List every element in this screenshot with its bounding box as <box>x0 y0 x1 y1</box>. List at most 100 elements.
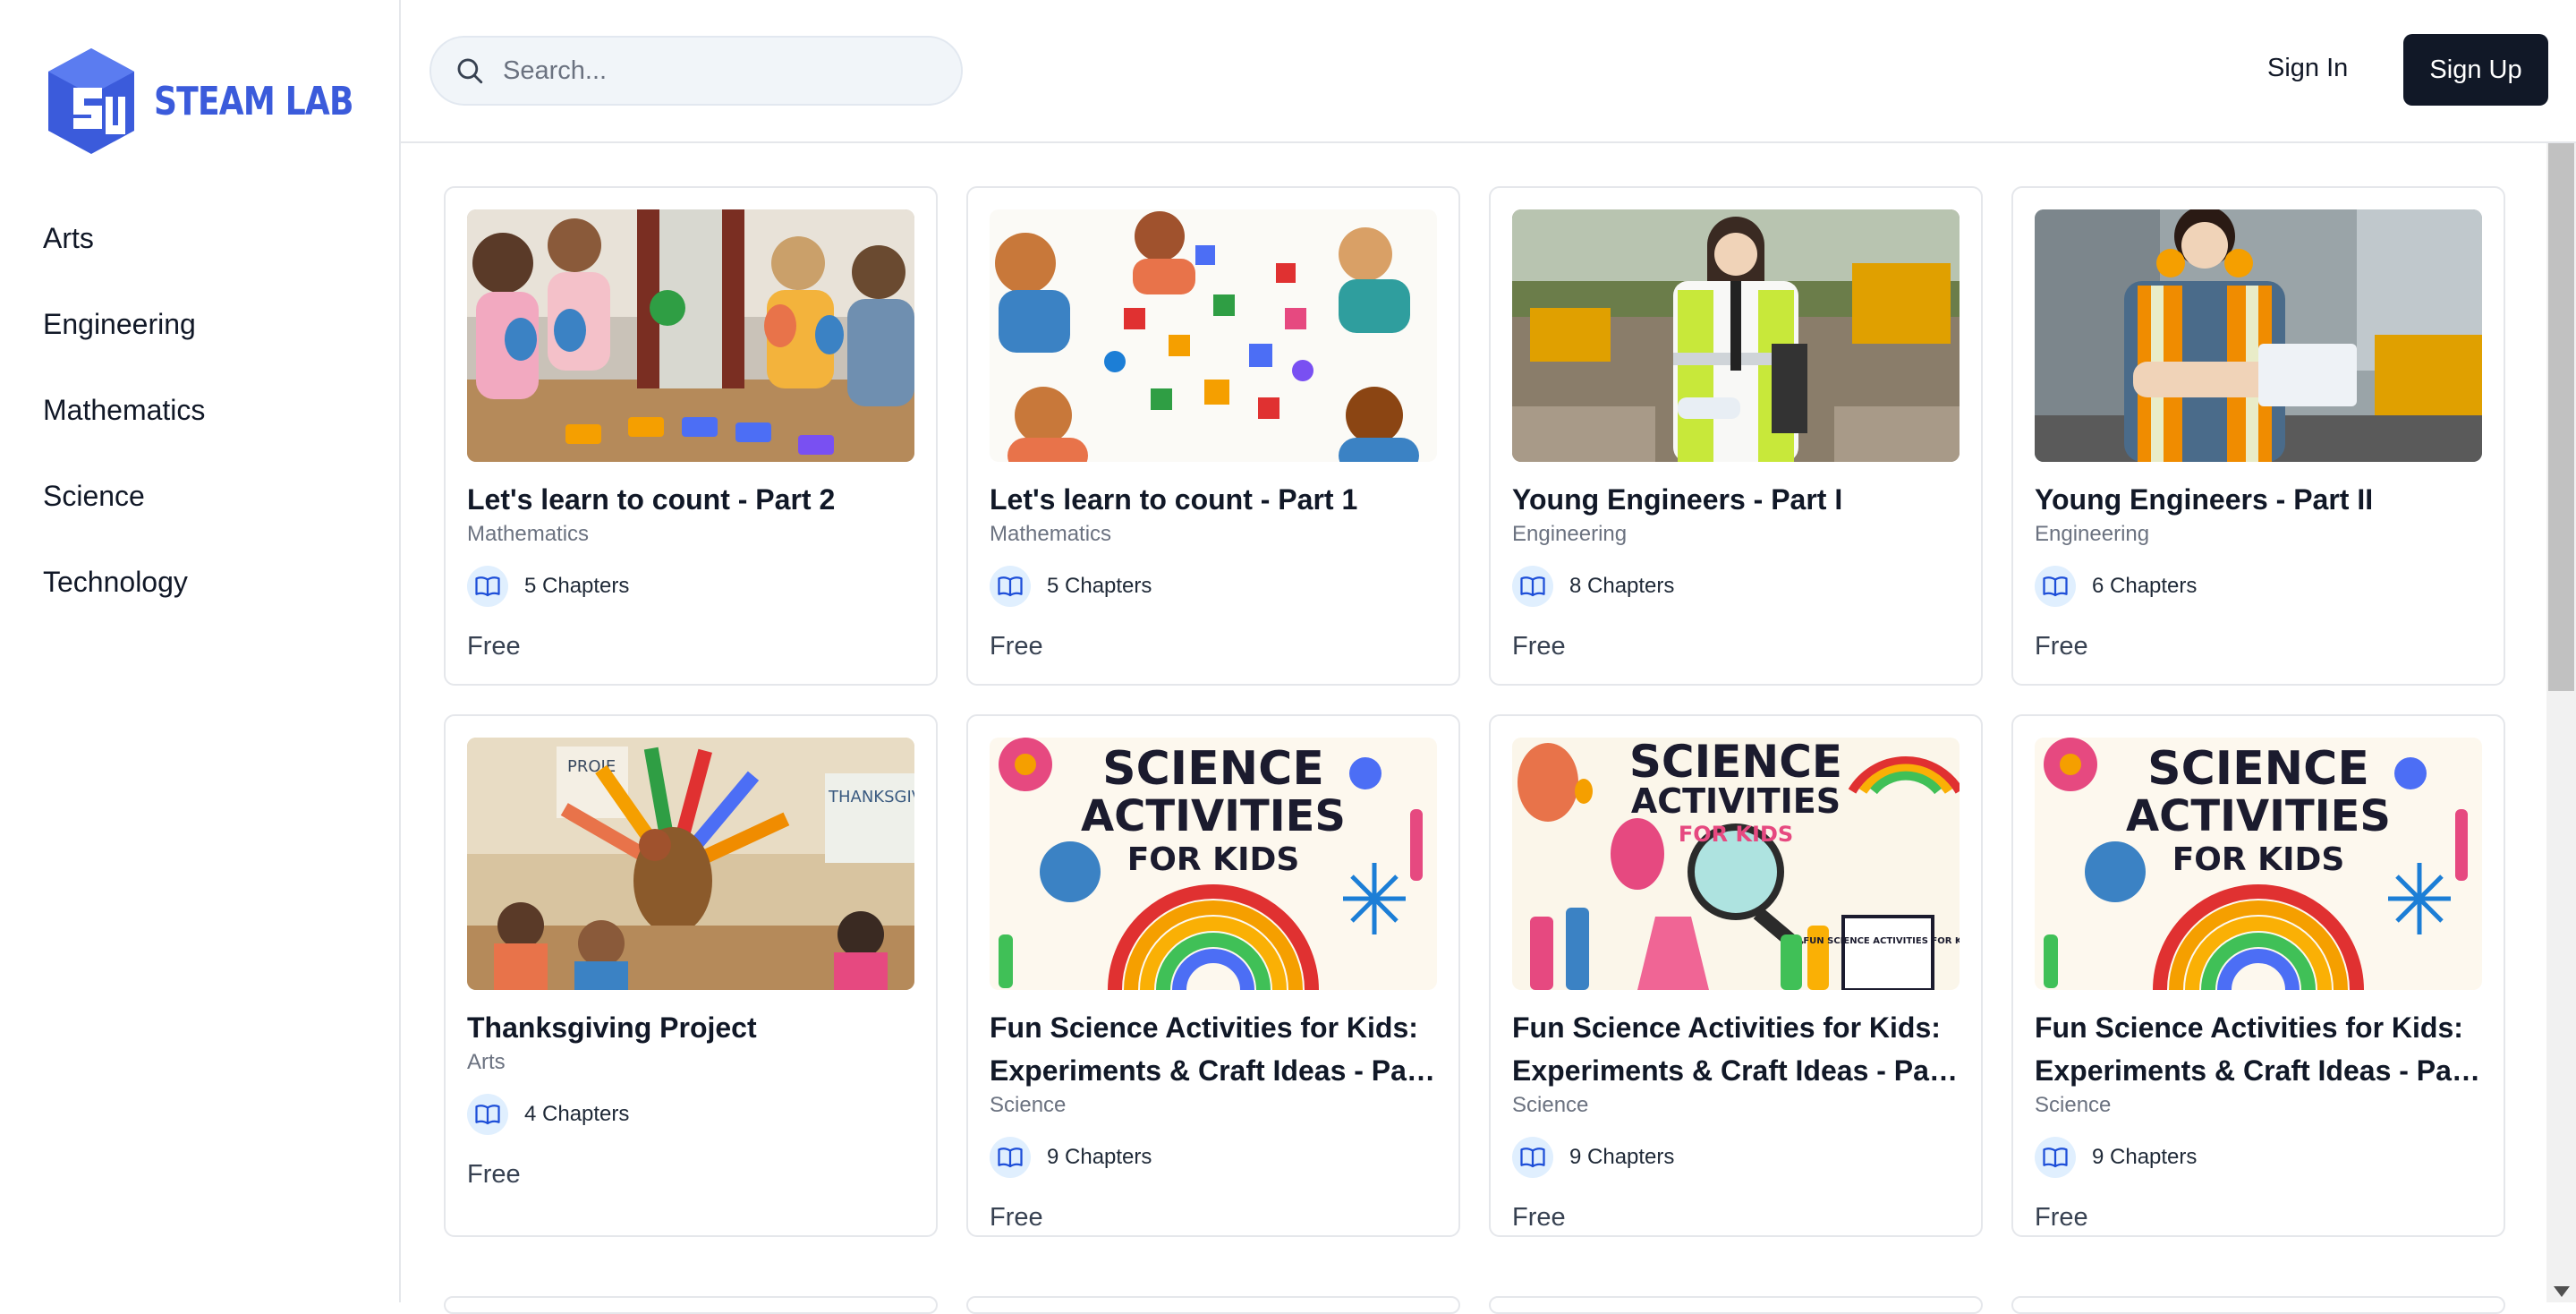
course-thumbnail <box>467 209 914 462</box>
course-thumbnail: SCIENCE ACTIVITIES FOR KIDS <box>990 738 1437 990</box>
search-input[interactable] <box>501 55 934 87</box>
chapter-count: 5 Chapters <box>467 566 914 607</box>
page-scrollbar[interactable] <box>2546 143 2576 1302</box>
search-icon <box>457 58 483 84</box>
sidebar-item-technology[interactable]: Technology <box>43 557 205 643</box>
chapter-count: 9 Chapters <box>1512 1137 1960 1178</box>
course-category: Science <box>1512 1093 1589 1117</box>
course-card[interactable]: SCIENCE ACTIVITIES FOR KIDS Fun Science … <box>2011 714 2505 1237</box>
course-card[interactable]: Let's learn to count - Part 2 Mathematic… <box>444 186 938 686</box>
sidebar-item-arts[interactable]: Arts <box>43 213 205 299</box>
chapter-count: 6 Chapters <box>2035 566 2482 607</box>
book-icon <box>990 1137 1031 1178</box>
course-price: Free <box>990 1203 1043 1232</box>
course-category: Science <box>990 1093 1067 1117</box>
course-thumbnail: SCIENCE ACTIVITIES FOR KIDS <box>2035 738 2482 990</box>
chapter-count: 8 Chapters <box>1512 566 1960 607</box>
chapter-count: 4 Chapters <box>467 1094 914 1135</box>
course-price: Free <box>467 1160 521 1189</box>
sign-in-button[interactable]: Sign In <box>2267 54 2348 83</box>
poster-line-2: ACTIVITIES <box>2126 791 2391 841</box>
course-thumbnail <box>990 209 1437 462</box>
course-card-peek[interactable] <box>966 1296 1460 1314</box>
course-title[interactable]: Fun Science Activities for Kids: Experim… <box>2035 1006 2482 1092</box>
course-title[interactable]: Young Engineers - Part II <box>2035 478 2482 521</box>
course-title[interactable]: Young Engineers - Part I <box>1512 478 1960 521</box>
brand-logo[interactable]: STEAM LAB <box>47 47 397 156</box>
course-thumbnail <box>1512 209 1960 462</box>
search-box[interactable] <box>429 36 963 106</box>
course-price: Free <box>467 632 521 661</box>
chapter-count: 9 Chapters <box>2035 1137 2482 1178</box>
course-category: Mathematics <box>467 522 590 546</box>
course-title[interactable]: Let's learn to count - Part 1 <box>990 478 1437 521</box>
engineer-safety-vest-image <box>2035 209 2482 462</box>
chapter-count: 9 Chapters <box>990 1137 1437 1178</box>
course-grid: Let's learn to count - Part 2 Mathematic… <box>444 186 2505 1237</box>
course-thumbnail: FUN SCIENCE ACTIVITIES FOR KID SCIENCE A… <box>1512 738 1960 990</box>
course-card[interactable]: PROJE THANKSGIVI Thanksgi <box>444 714 938 1237</box>
course-card[interactable]: SCIENCE ACTIVITIES FOR KIDS Fun Science … <box>966 714 1460 1237</box>
course-thumbnail <box>2035 209 2482 462</box>
course-card-peek[interactable] <box>1489 1296 1983 1314</box>
chapter-count-label: 8 Chapters <box>1569 574 1675 598</box>
book-icon <box>1512 566 1553 607</box>
course-category: Science <box>2035 1093 2112 1117</box>
poster-line-2: ACTIVITIES <box>1631 781 1841 821</box>
chapter-count-label: 9 Chapters <box>2092 1145 2198 1169</box>
steam-lab-logo-icon <box>48 48 134 154</box>
brand-name: STEAM LAB <box>154 78 353 124</box>
scrollbar-thumb[interactable] <box>2548 143 2574 691</box>
thanksgiving-sign-text: THANKSGIVI <box>828 788 914 806</box>
course-category: Arts <box>467 1050 506 1074</box>
course-card-peek[interactable] <box>2011 1296 2505 1314</box>
course-card[interactable]: Let's learn to count - Part 1 Mathematic… <box>966 186 1460 686</box>
course-price: Free <box>2035 632 2088 661</box>
poster-small-sign: FUN SCIENCE ACTIVITIES FOR KID <box>1803 936 1960 946</box>
science-activities-poster-image: SCIENCE ACTIVITIES FOR KIDS <box>990 738 1437 990</box>
poster-line-2: ACTIVITIES <box>1081 791 1346 841</box>
course-title[interactable]: Thanksgiving Project <box>467 1006 914 1049</box>
course-card[interactable]: FUN SCIENCE ACTIVITIES FOR KID SCIENCE A… <box>1489 714 1983 1237</box>
chapter-count-label: 5 Chapters <box>524 574 630 598</box>
course-category: Mathematics <box>990 522 1112 546</box>
sidebar-item-science[interactable]: Science <box>43 471 205 557</box>
book-icon <box>2035 566 2076 607</box>
book-icon <box>467 1094 508 1135</box>
course-thumbnail: PROJE THANKSGIVI <box>467 738 914 990</box>
poster-line-3: FOR KIDS <box>1679 822 1793 847</box>
course-card-peek[interactable] <box>444 1296 938 1314</box>
chapter-count-label: 6 Chapters <box>2092 574 2198 598</box>
category-nav: Arts Engineering Mathematics Science Tec… <box>43 213 205 643</box>
book-icon <box>2035 1137 2076 1178</box>
science-activities-poster-image: SCIENCE ACTIVITIES FOR KIDS <box>2035 738 2482 990</box>
course-price: Free <box>2035 1203 2088 1232</box>
poster-line-1: SCIENCE <box>2147 742 2369 796</box>
course-card[interactable]: Young Engineers - Part II Engineering 6 … <box>2011 186 2505 686</box>
children-playing-blocks-image <box>990 209 1437 462</box>
sidebar: STEAM LAB Arts Engineering Mathematics S… <box>0 0 401 1302</box>
book-icon <box>1512 1137 1553 1178</box>
course-title[interactable]: Let's learn to count - Part 2 <box>467 478 914 521</box>
sign-up-button[interactable]: Sign Up <box>2403 34 2548 106</box>
course-category: Engineering <box>1512 522 1628 546</box>
top-header <box>401 0 2576 143</box>
thanksgiving-turkey-classroom-image: PROJE THANKSGIVI <box>467 738 914 990</box>
course-title[interactable]: Fun Science Activities for Kids: Experim… <box>1512 1006 1960 1092</box>
course-price: Free <box>990 632 1043 661</box>
book-icon <box>467 566 508 607</box>
course-title[interactable]: Fun Science Activities for Kids: Experim… <box>990 1006 1437 1092</box>
chapter-count-label: 5 Chapters <box>1047 574 1152 598</box>
engineer-construction-site-image <box>1512 209 1960 462</box>
science-activities-poster-2-image: FUN SCIENCE ACTIVITIES FOR KID SCIENCE A… <box>1512 738 1960 990</box>
poster-line-3: FOR KIDS <box>1127 841 1300 878</box>
sidebar-item-mathematics[interactable]: Mathematics <box>43 385 205 471</box>
course-category: Engineering <box>2035 522 2150 546</box>
poster-line-1: SCIENCE <box>1629 738 1842 788</box>
scroll-down-arrow-icon[interactable] <box>2554 1286 2570 1297</box>
chapter-count-label: 4 Chapters <box>524 1102 630 1126</box>
sidebar-item-engineering[interactable]: Engineering <box>43 299 205 385</box>
poster-line-1: SCIENCE <box>1102 742 1324 796</box>
chapter-count-label: 9 Chapters <box>1569 1145 1675 1169</box>
course-card[interactable]: Young Engineers - Part I Engineering 8 C… <box>1489 186 1983 686</box>
